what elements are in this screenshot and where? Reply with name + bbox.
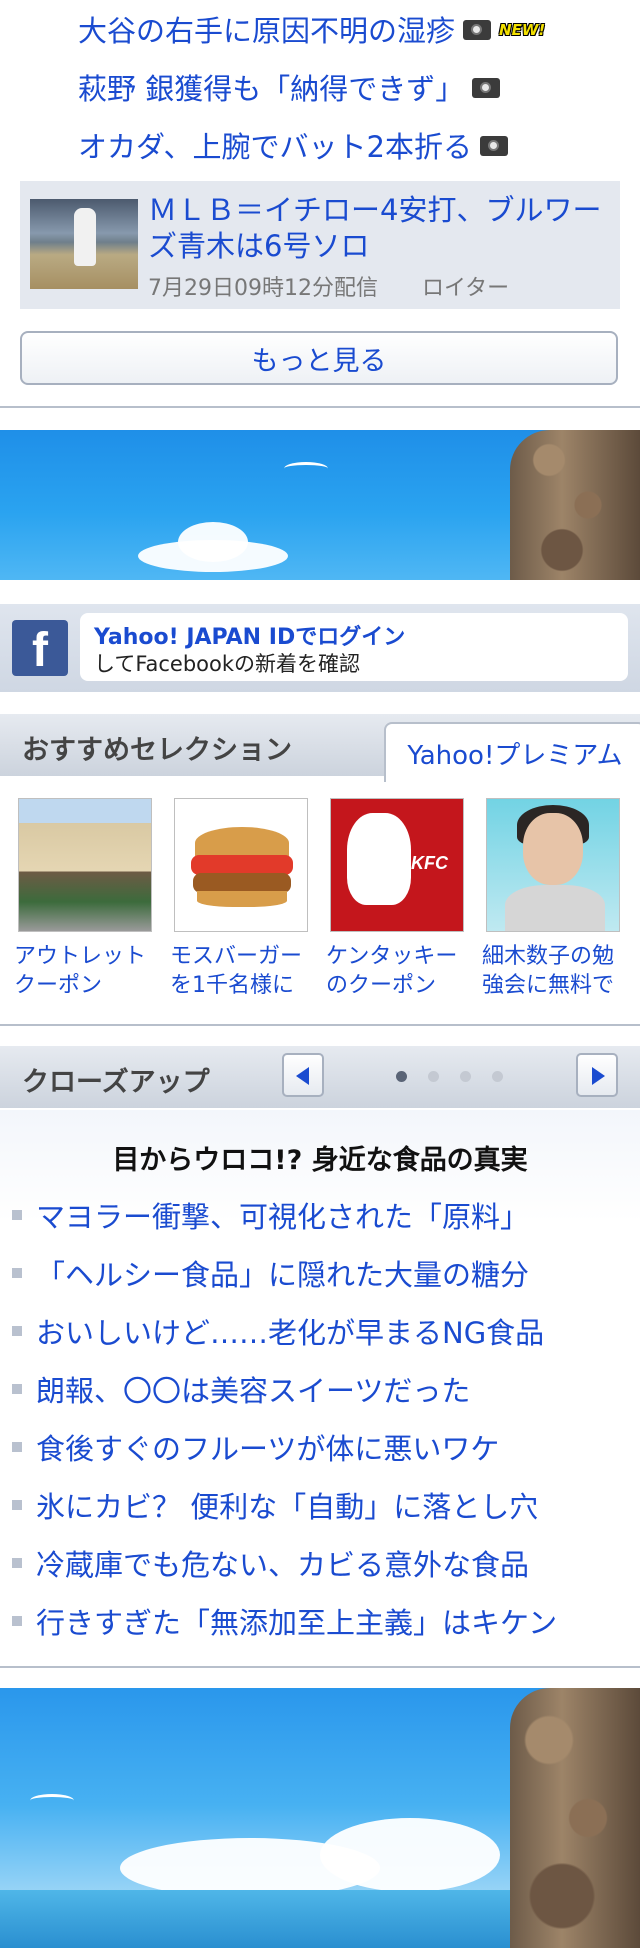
closeup-item[interactable]: マヨラー衝撃、可視化された「原料」 bbox=[12, 1194, 529, 1236]
burger-thumbnail[interactable] bbox=[174, 798, 308, 932]
player-figure bbox=[74, 208, 96, 266]
closeup-item[interactable]: 氷にカビ？ 便利な「自動」に落とし穴 bbox=[12, 1484, 538, 1526]
cliff bbox=[510, 430, 640, 580]
facebook-login-subtext: してFacebookの新着を確認 bbox=[94, 652, 361, 676]
seagull-icon bbox=[284, 462, 328, 475]
facebook-icon: f bbox=[12, 620, 68, 677]
feature-date: 7月29日09時12分配信 bbox=[148, 276, 378, 301]
headline-1[interactable]: 大谷の右手に原因不明の湿疹 NEW! bbox=[78, 8, 545, 50]
sky-banner-bottom bbox=[0, 1688, 640, 1948]
closeup-heading: 目からウロコ!? 身近な食品の真実 bbox=[112, 1145, 528, 1176]
divider bbox=[0, 1024, 640, 1026]
feature-meta: 7月29日09時12分配信 ロイター bbox=[148, 270, 509, 302]
closeup-item[interactable]: 冷蔵庫でも危ない、カビる意外な食品 bbox=[12, 1542, 529, 1584]
selection-title: おすすめセレクション bbox=[22, 735, 292, 766]
closeup-item[interactable]: おいしいけど……老化が早まるNG食品 bbox=[12, 1310, 544, 1352]
pager-dot[interactable] bbox=[460, 1071, 471, 1082]
tab-yahoo-premium[interactable]: Yahoo!プレミアム bbox=[384, 722, 640, 782]
sky-banner-top bbox=[0, 430, 640, 580]
headline-2[interactable]: 萩野 銀獲得も「納得できず」 bbox=[78, 66, 501, 108]
pager-dot[interactable] bbox=[396, 1071, 407, 1082]
arrow-left-icon bbox=[296, 1067, 309, 1085]
pager-dot[interactable] bbox=[492, 1071, 503, 1082]
divider bbox=[0, 406, 640, 408]
cliff bbox=[510, 1688, 640, 1948]
cloud bbox=[320, 1818, 500, 1892]
selection-caption[interactable]: ケンタッキー のクーポン bbox=[326, 942, 476, 1000]
cloud bbox=[178, 522, 248, 562]
camera-icon bbox=[480, 136, 509, 156]
feature-title[interactable]: ＭＬＢ＝イチロー4安打、ブルワーズ青木は6号ソロ bbox=[148, 192, 608, 264]
kfc-logo: KFC bbox=[411, 853, 448, 873]
kfc-thumbnail[interactable]: KFC bbox=[330, 798, 464, 932]
outlet-thumbnail[interactable] bbox=[18, 798, 152, 932]
headline-3[interactable]: オカダ、上腕でバット2本折る bbox=[78, 124, 509, 166]
closeup-item[interactable]: 「ヘルシー食品」に隠れた大量の糖分 bbox=[12, 1252, 529, 1294]
closeup-item[interactable]: 食後すぐのフルーツが体に悪いワケ bbox=[12, 1426, 499, 1468]
sea bbox=[0, 1890, 520, 1948]
next-button[interactable] bbox=[576, 1053, 618, 1097]
arrow-right-icon bbox=[592, 1067, 605, 1085]
prev-button[interactable] bbox=[282, 1053, 324, 1097]
more-button[interactable]: もっと見る bbox=[20, 331, 618, 385]
feature-source: ロイター bbox=[422, 276, 510, 301]
pager-dot[interactable] bbox=[428, 1071, 439, 1082]
closeup-title: クローズアップ bbox=[22, 1067, 210, 1098]
portrait-thumbnail[interactable] bbox=[486, 798, 620, 932]
selection-caption[interactable]: 細木数子の勉 強会に無料で bbox=[482, 942, 632, 1000]
camera-icon bbox=[472, 78, 501, 98]
new-badge: NEW! bbox=[499, 21, 546, 39]
closeup-item[interactable]: 朗報、〇〇は美容スイーツだった bbox=[12, 1368, 470, 1410]
camera-icon bbox=[463, 20, 492, 40]
selection-caption[interactable]: アウトレット クーポン bbox=[14, 942, 164, 1000]
closeup-item[interactable]: 行きすぎた「無添加至上主義」はキケン bbox=[12, 1600, 557, 1642]
facebook-login-text[interactable]: Yahoo! JAPAN IDでログイン bbox=[94, 619, 405, 651]
selection-caption[interactable]: モスバーガー を1千名様に bbox=[170, 942, 320, 1000]
divider bbox=[0, 1666, 640, 1668]
seagull-icon bbox=[30, 1794, 74, 1807]
